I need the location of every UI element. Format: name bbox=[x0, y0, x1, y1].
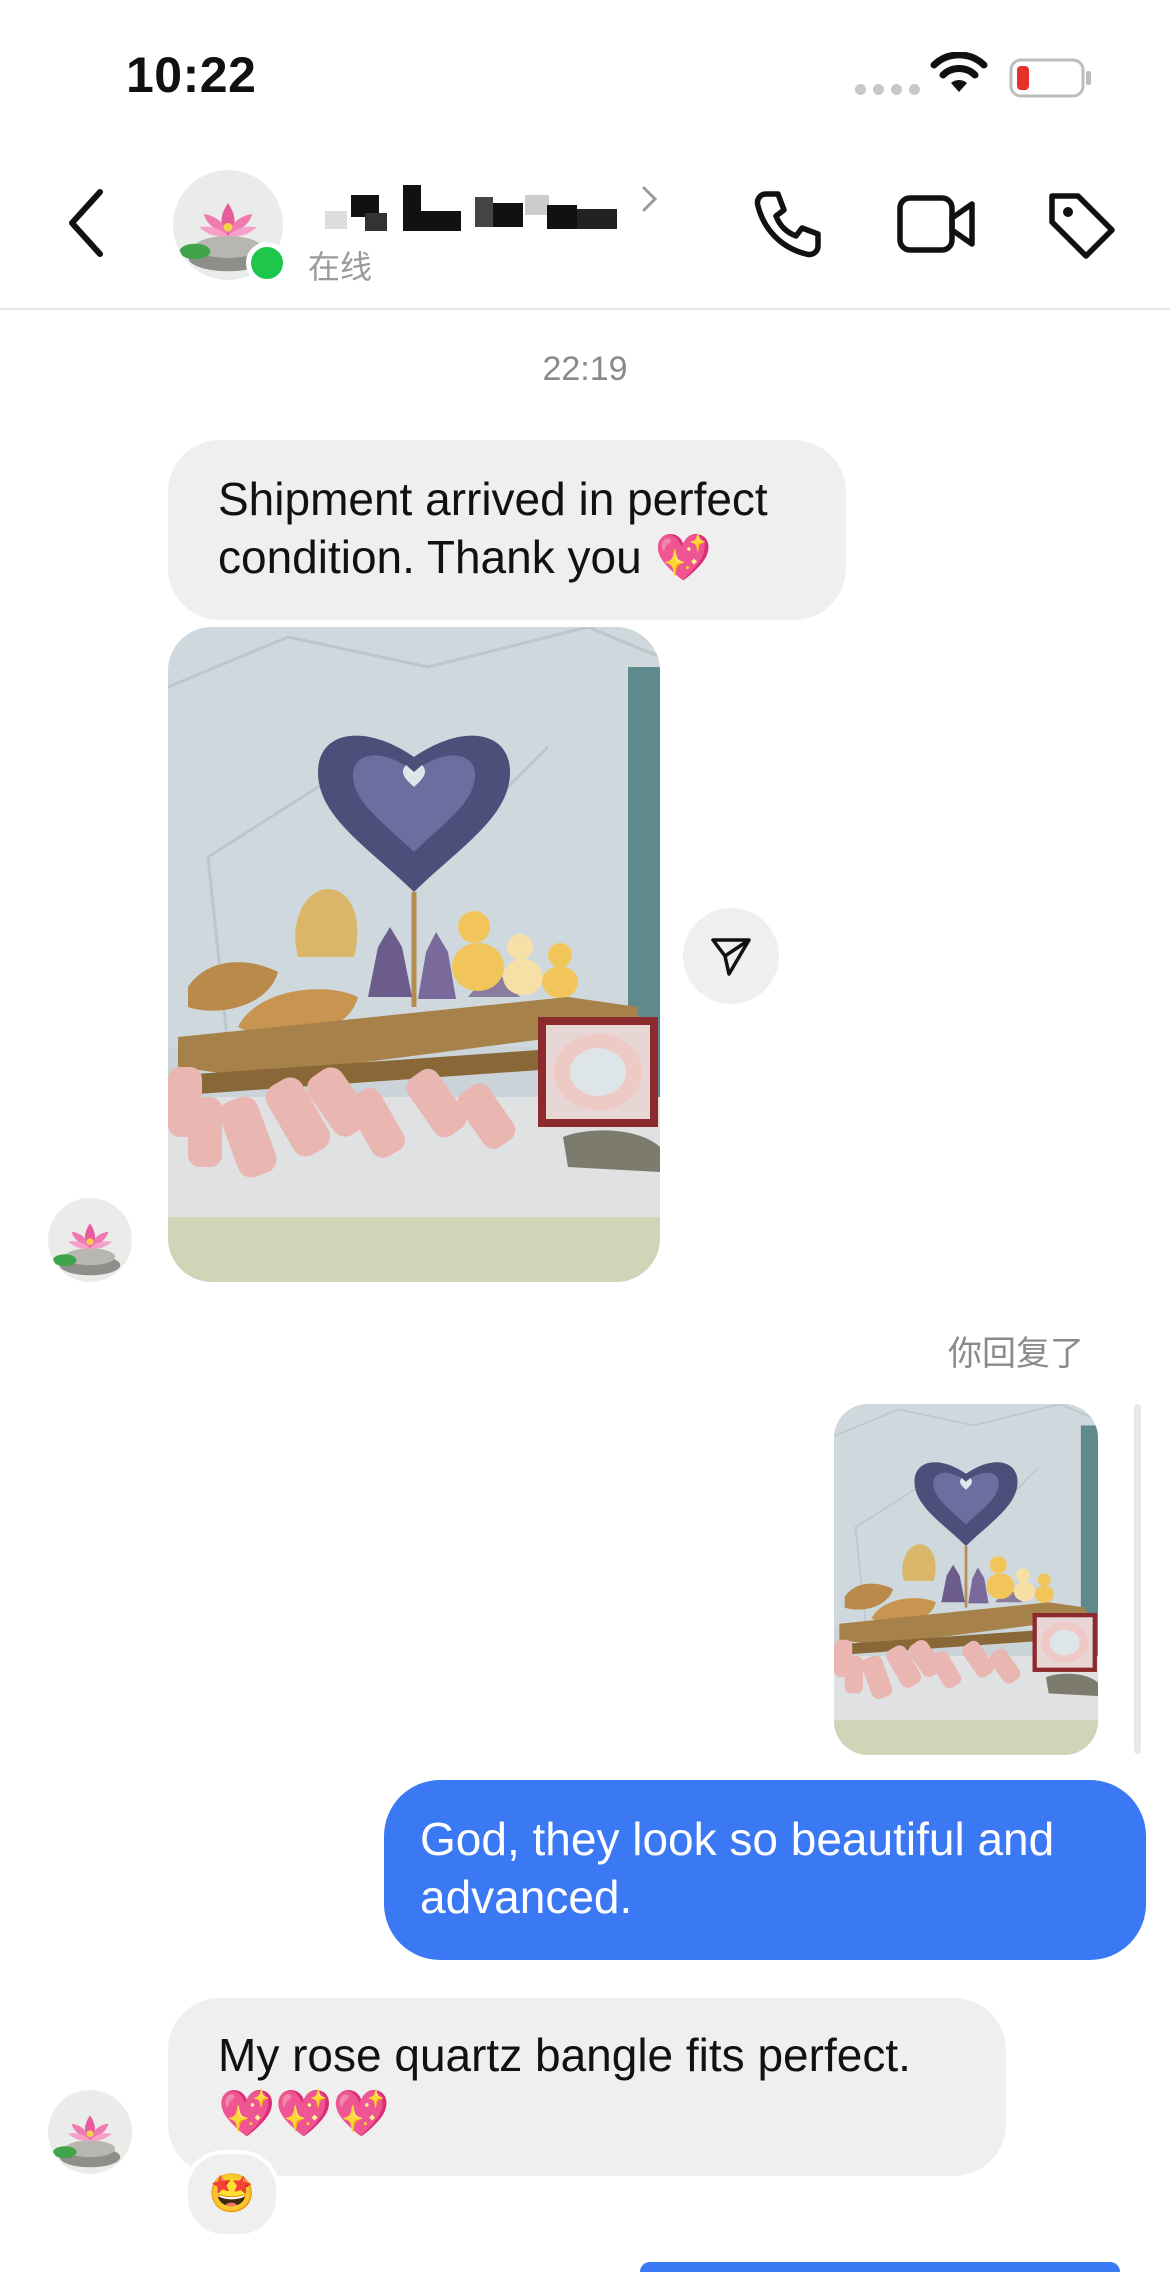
contact-avatar-small[interactable] bbox=[48, 1198, 132, 1282]
share-button[interactable] bbox=[683, 908, 779, 1004]
replied-photo-preview[interactable] bbox=[834, 1404, 1098, 1755]
scrollbar[interactable] bbox=[1134, 1404, 1141, 1754]
incoming-photo[interactable] bbox=[168, 627, 660, 1282]
incoming-message-bubble[interactable]: Shipment arrived in perfect condition. T… bbox=[168, 440, 846, 620]
chevron-right-icon[interactable] bbox=[640, 184, 660, 214]
contact-status-text: 在线 bbox=[308, 249, 373, 285]
video-camera-icon[interactable] bbox=[896, 192, 976, 256]
star-struck-emoji-icon: 🤩 bbox=[208, 2173, 256, 2215]
header-divider bbox=[0, 308, 1170, 310]
cellular-signal-icon bbox=[855, 84, 920, 95]
outgoing-message-bubble[interactable]: God, they look so beautiful and advanced… bbox=[384, 1780, 1146, 1960]
contact-avatar-small[interactable] bbox=[48, 2090, 132, 2174]
chat-timestamp: 22:19 bbox=[542, 350, 628, 388]
contact-name-redacted[interactable] bbox=[325, 185, 625, 237]
wifi-icon bbox=[930, 52, 988, 92]
next-outgoing-bubble-edge bbox=[640, 2262, 1120, 2272]
back-chevron-icon[interactable] bbox=[64, 188, 108, 258]
replied-label: 你回复了 bbox=[948, 1335, 1084, 1373]
phone-icon[interactable] bbox=[752, 188, 824, 260]
incoming-message-bubble[interactable]: My rose quartz bangle fits perfect. 💖💖💖 bbox=[168, 1998, 1006, 2176]
battery-icon bbox=[1009, 58, 1091, 98]
send-arrow-icon bbox=[711, 938, 751, 976]
online-status-dot bbox=[246, 242, 288, 284]
message-reaction[interactable]: 🤩 bbox=[184, 2150, 280, 2238]
status-time: 10:22 bbox=[126, 47, 257, 103]
tag-icon[interactable] bbox=[1044, 188, 1118, 262]
